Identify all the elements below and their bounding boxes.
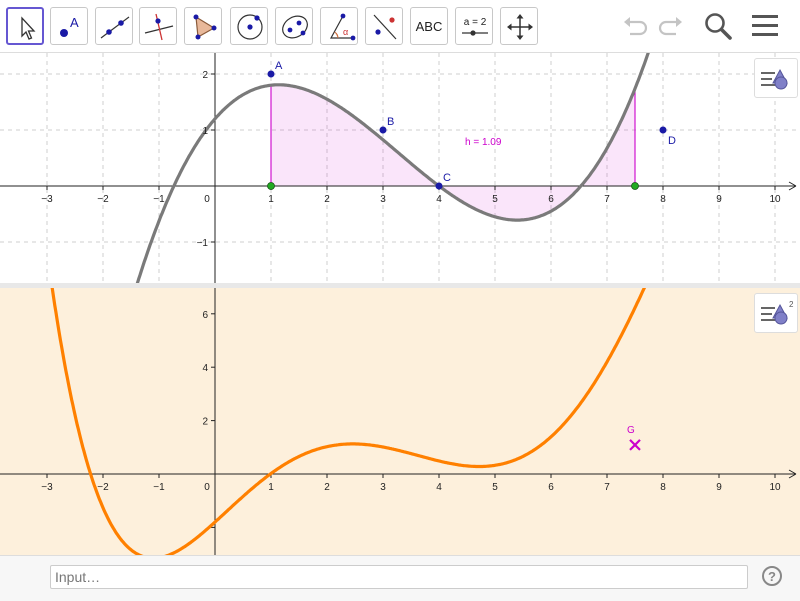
text-tool[interactable]: ABC — [410, 7, 448, 45]
graphics-view-1-canvas[interactable]: −3 −2 −1 0 1 2 3 4 5 6 7 8 9 1021−1 h = 1.09 ABCD — [0, 17, 800, 299]
tick-labels: −3 −2 −1 0 1 2 3 4 5 6 7 8 9 10 6 4 2 — [41, 310, 781, 493]
polygon-icon — [193, 14, 217, 40]
input-bar: ? — [0, 555, 800, 601]
y-tick-label: 1 — [202, 126, 208, 137]
polygon-tool[interactable] — [184, 7, 222, 45]
x-tick-label: 3 — [380, 194, 386, 205]
perpendicular-line-icon — [144, 13, 174, 41]
angle-icon: α — [329, 13, 356, 41]
y-tick-label: 2 — [202, 417, 208, 428]
point-a-label: A — [275, 60, 283, 72]
green-point[interactable] — [267, 182, 275, 190]
point-g[interactable]: G — [627, 425, 641, 451]
x-tick-label: 5 — [492, 482, 498, 493]
tick-labels: −3 −2 −1 0 1 2 3 4 5 6 7 8 9 10 2 1 −1 — [41, 70, 781, 249]
x-tick-label: 7 — [604, 482, 610, 493]
move-graphics-view-icon — [507, 14, 533, 40]
style-bar-icon — [761, 68, 788, 90]
search-icon[interactable] — [702, 10, 734, 42]
angle-tool[interactable]: α — [320, 7, 358, 45]
y-tick-label: 6 — [202, 310, 208, 321]
graphics-view-2[interactable]: −3 −2 −1 0 1 2 3 4 5 6 7 8 9 10 6 4 2 G 2 — [0, 277, 800, 560]
x-tick-label: 1 — [268, 482, 274, 493]
function-curve[interactable] — [49, 277, 650, 560]
line-through-points-icon — [100, 16, 130, 39]
h-value-label[interactable]: h = 1.09 — [465, 137, 502, 148]
y-tick-label: −1 — [197, 238, 209, 249]
ellipse-tool[interactable] — [275, 7, 313, 45]
x-tick-label: 0 — [204, 194, 210, 205]
x-tick-label: 10 — [769, 482, 781, 493]
perpendicular-tool[interactable] — [139, 7, 177, 45]
graphics-view-1[interactable]: −3 −2 −1 0 1 2 3 4 5 6 7 8 9 10 2 1 −1 h = 1.09 ABCD — [0, 17, 800, 299]
x-tick-label: 2 — [324, 482, 330, 493]
graphics-view-2-canvas[interactable]: −3 −2 −1 0 1 2 3 4 5 6 7 8 9 10 6 4 2 G — [0, 277, 800, 560]
ellipse-icon — [282, 15, 308, 39]
slider-tool-label: a = 2 — [464, 17, 487, 28]
text-tool-label: ABC — [415, 18, 443, 34]
x-tick-label: 8 — [660, 194, 666, 205]
point-tool[interactable]: A — [50, 7, 88, 45]
slider-tool[interactable]: a = 2 — [455, 7, 493, 45]
point-g-label: G — [627, 425, 635, 436]
x-tick-label: 9 — [716, 482, 722, 493]
help-icon[interactable]: ? — [762, 566, 782, 586]
reflect-tool[interactable] — [365, 7, 403, 45]
svg-text:2: 2 — [789, 300, 794, 309]
redo-icon[interactable] — [656, 12, 686, 42]
x-tick-label: −1 — [153, 194, 165, 205]
x-tick-label: 7 — [604, 194, 610, 205]
style-bar-toggle-1[interactable] — [754, 58, 798, 98]
point-d[interactable] — [659, 126, 667, 134]
reflect-about-line-icon — [373, 14, 397, 40]
circle-tool[interactable] — [230, 7, 268, 45]
x-tick-label: −1 — [153, 482, 165, 493]
style-bar-toggle-2[interactable]: 2 — [754, 293, 798, 333]
x-tick-label: 1 — [268, 194, 274, 205]
x-tick-label: 2 — [324, 194, 330, 205]
point-g-cross[interactable] — [629, 439, 641, 451]
cursor-arrow-icon — [21, 16, 36, 40]
angle-tool-label: α — [343, 27, 348, 37]
x-tick-label: −3 — [41, 194, 53, 205]
x-tick-label: 9 — [716, 194, 722, 205]
point-b[interactable] — [379, 126, 387, 134]
y-tick-label: 2 — [202, 70, 208, 81]
y-tick-label: 4 — [202, 363, 208, 374]
x-tick-label: 0 — [204, 482, 210, 493]
point-b-label: B — [387, 116, 394, 128]
line-tool[interactable] — [95, 7, 133, 45]
x-tick-label: −2 — [97, 194, 109, 205]
toolbar: A α ABC a = 2 — [0, 0, 800, 53]
x-tick-label: 8 — [660, 482, 666, 493]
x-tick-label: −3 — [41, 482, 53, 493]
point-d-label: D — [668, 135, 676, 147]
x-tick-label: 3 — [380, 482, 386, 493]
move-view-tool[interactable] — [500, 7, 538, 45]
move-tool[interactable] — [6, 7, 44, 45]
point-a[interactable] — [267, 70, 275, 78]
x-tick-label: 6 — [548, 482, 554, 493]
undo-icon[interactable] — [620, 12, 650, 42]
point-a-icon: A — [60, 15, 79, 37]
green-point[interactable] — [631, 182, 639, 190]
axes — [0, 288, 797, 555]
slider-icon: a = 2 — [462, 17, 488, 36]
point-tool-label: A — [70, 15, 79, 30]
x-tick-label: 4 — [436, 482, 442, 493]
x-tick-label: 10 — [769, 194, 781, 205]
algebra-input-field[interactable] — [50, 565, 748, 589]
x-tick-label: 4 — [436, 194, 442, 205]
hamburger-menu-icon[interactable] — [750, 12, 780, 40]
circle-center-point-icon — [237, 14, 263, 40]
point-c[interactable] — [435, 182, 443, 190]
x-tick-label: 6 — [548, 194, 554, 205]
point-c-label: C — [443, 172, 451, 184]
x-tick-label: 5 — [492, 194, 498, 205]
x-tick-label: −2 — [97, 482, 109, 493]
style-bar-icon: 2 — [761, 300, 794, 325]
